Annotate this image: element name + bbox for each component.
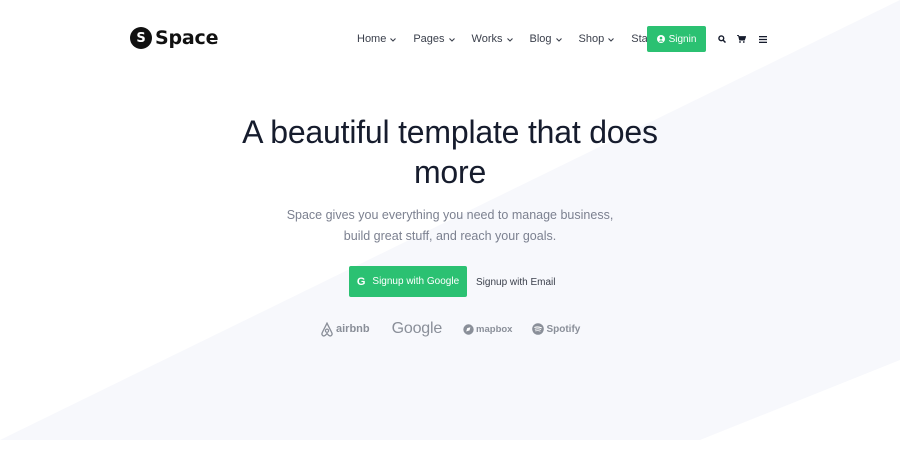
spotify-logo: Spotify [532,323,580,335]
chevron-down-icon [390,33,397,45]
nav-label: Home [357,33,387,45]
cart-icon[interactable] [736,34,746,44]
google-logo: Google [391,320,443,338]
airbnb-logo: airbnb [320,321,370,337]
mapbox-logo: mapbox [463,324,512,335]
chevron-down-icon [448,33,455,45]
hero-subtitle: Space gives you everything you need to m… [286,208,614,243]
logo-mark: S [130,27,152,49]
signup-google-label: Signup with Google [372,276,460,287]
signup-email-link[interactable]: Signup with Email [476,277,555,288]
nav-item-home[interactable]: Home [357,33,397,45]
mapbox-icon [463,323,474,335]
chevron-down-icon [555,33,562,45]
mapbox-label: mapbox [476,323,513,335]
user-circle-icon [656,35,665,43]
signup-google-button[interactable]: G Signup with Google [349,266,467,297]
signin-label: Signin [668,33,697,45]
spotify-label: Spotify [546,323,581,335]
chevron-down-icon [608,33,615,45]
hero-title: A beautiful template that does more [242,114,658,190]
google-g-icon: G [356,275,366,288]
brand-logos: airbnb Google mapbox Spotify [320,320,580,338]
hero-section: A beautiful template that does more Spac… [0,112,900,247]
nav-item-works[interactable]: Works [472,33,513,45]
signin-button[interactable]: Signin [647,26,706,52]
logo[interactable]: S Space [130,27,218,49]
menu-icon[interactable] [758,34,768,44]
main-nav: Home Pages Works Blog Shop [357,33,664,45]
nav-label: Blog [529,33,552,45]
spotify-icon [532,323,545,335]
nav-item-shop[interactable]: Shop [579,33,615,45]
nav-item-blog[interactable]: Blog [530,33,562,45]
airbnb-icon [321,321,333,337]
nav-label: Shop [578,33,605,45]
google-label: Google [391,320,443,337]
nav-label: Pages [413,33,445,45]
site-header: S Space Home Pages Works Blog Shop Signi… [0,0,900,78]
airbnb-label: airbnb [336,323,370,335]
nav-label: Works [471,33,503,45]
logo-text: Space [155,27,219,49]
nav-item-pages[interactable]: Pages [413,33,455,45]
search-icon[interactable] [717,34,727,44]
chevron-down-icon [506,33,513,45]
